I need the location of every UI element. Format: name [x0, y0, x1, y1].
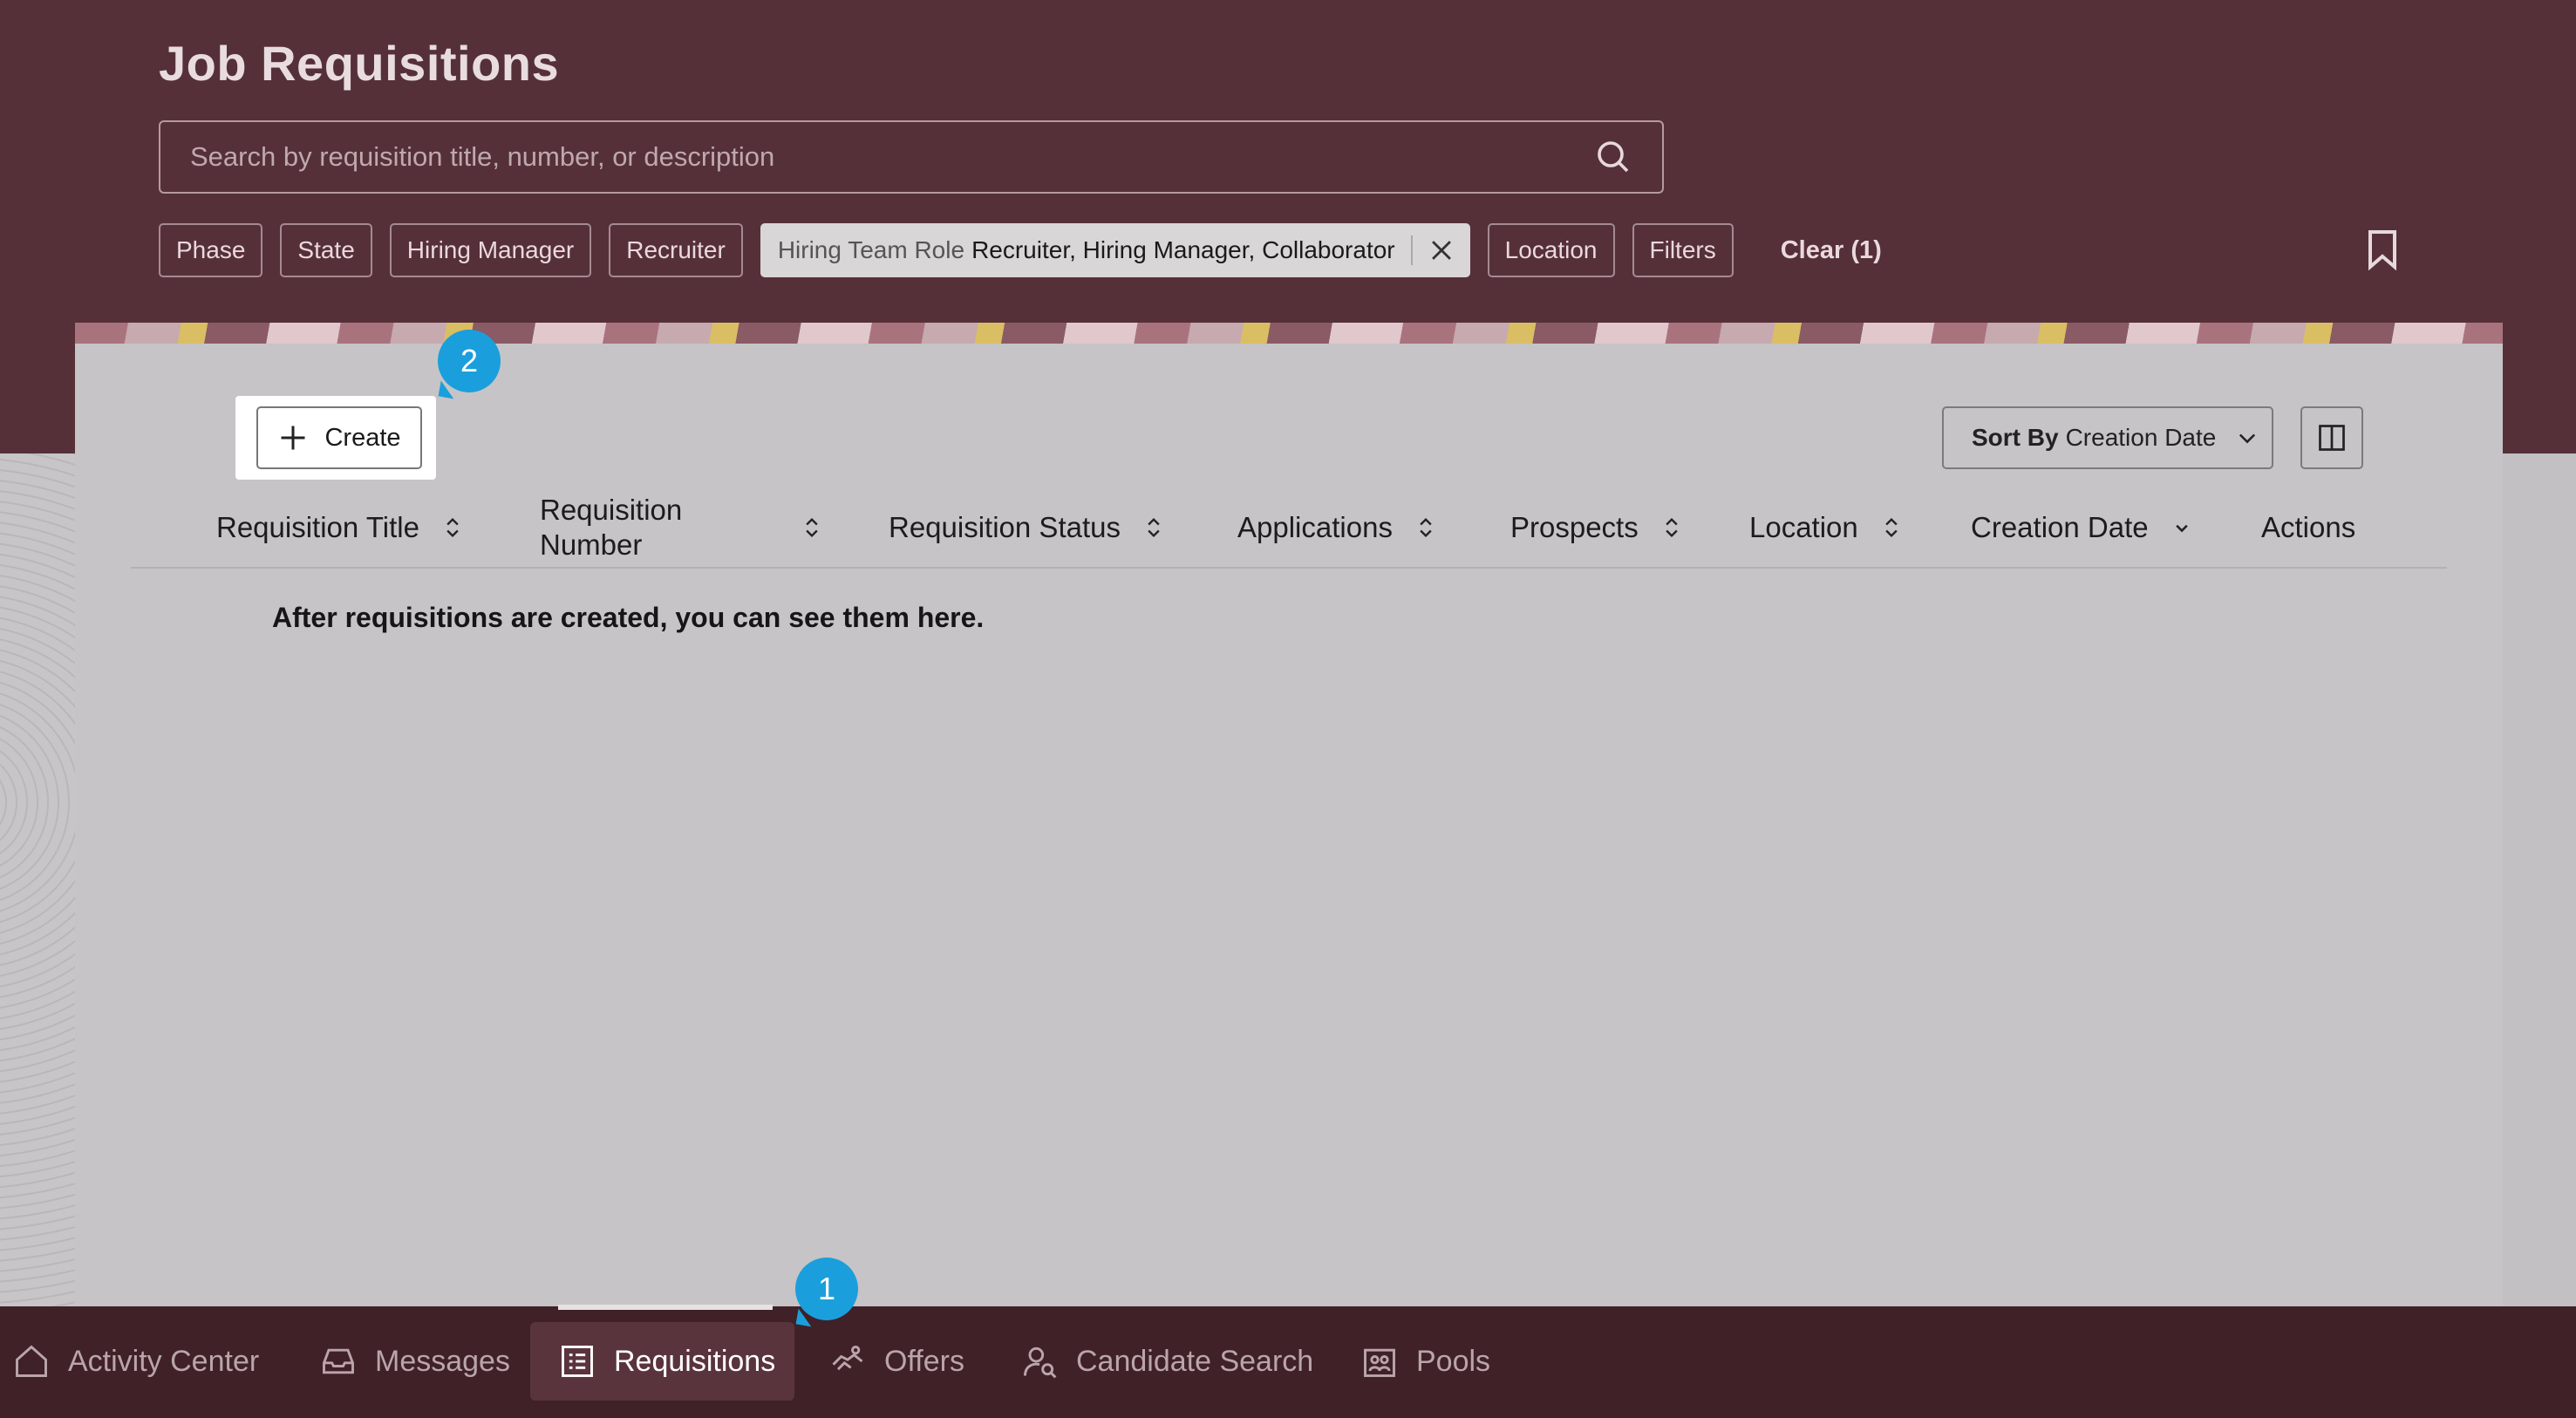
bottom-nav: Activity Center Messages Requisitions Of…	[0, 1306, 2576, 1418]
column-location[interactable]: Location	[1749, 488, 1904, 567]
column-label: Requisition Title	[216, 511, 419, 543]
column-label: Prospects	[1510, 511, 1639, 543]
close-icon[interactable]	[1427, 235, 1456, 265]
column-label: Creation Date	[1971, 511, 2149, 543]
sort-dropdown[interactable]: Sort By Creation Date	[1942, 406, 2273, 469]
step-badge-1: 1	[795, 1258, 858, 1320]
chip-phase[interactable]: Phase	[159, 223, 263, 277]
nav-activity-center[interactable]: Activity Center	[12, 1322, 259, 1401]
nav-label: Requisitions	[614, 1344, 776, 1378]
nav-pools[interactable]: Pools	[1360, 1322, 1490, 1401]
columns-button[interactable]	[2300, 406, 2363, 469]
decorative-banner	[75, 323, 2503, 344]
inbox-icon	[323, 1348, 354, 1374]
nav-candidate-search[interactable]: Candidate Search	[1020, 1322, 1313, 1401]
bookmark-icon[interactable]	[2365, 228, 2400, 270]
create-button[interactable]: Create	[256, 406, 422, 469]
chip-divider	[1410, 235, 1413, 265]
background-decoration-right	[2503, 453, 2576, 1308]
page-title: Job Requisitions	[159, 36, 560, 91]
nav-offers[interactable]: Offers	[828, 1322, 964, 1401]
column-prospects[interactable]: Prospects	[1510, 488, 1684, 567]
column-label: Requisition Status	[889, 511, 1121, 543]
column-applications[interactable]: Applications	[1237, 488, 1438, 567]
column-actions: Actions	[2261, 488, 2355, 567]
chip-hiring-manager[interactable]: Hiring Manager	[389, 223, 592, 277]
nav-messages[interactable]: Messages	[319, 1322, 510, 1401]
step-badge-2: 2	[438, 330, 501, 392]
nav-requisitions[interactable]: Requisitions	[530, 1322, 795, 1401]
clear-filters-link[interactable]: Clear (1)	[1781, 236, 1882, 265]
search-icon[interactable]	[1592, 136, 1634, 178]
column-requisition-title[interactable]: Requisition Title	[216, 488, 465, 567]
chip-filters[interactable]: Filters	[1632, 223, 1734, 277]
handshake-icon	[832, 1346, 863, 1371]
create-label: Create	[324, 423, 401, 452]
column-label: Applications	[1237, 511, 1393, 543]
chip-location[interactable]: Location	[1487, 223, 1615, 277]
sort-icon	[1666, 518, 1678, 537]
home-icon	[16, 1345, 47, 1377]
sort-icon	[806, 518, 818, 537]
empty-state-message: After requisitions are created, you can …	[272, 602, 985, 633]
chip-value: Recruiter, Hiring Manager, Collaborator	[971, 236, 1395, 263]
chevron-down-icon	[2239, 433, 2256, 444]
chip-recruiter[interactable]: Recruiter	[609, 223, 743, 277]
list-icon	[562, 1346, 593, 1377]
filter-chips: Phase State Hiring Manager Recruiter Hir…	[159, 222, 1882, 278]
column-label: Actions	[2261, 511, 2356, 543]
nav-label: Activity Center	[68, 1344, 260, 1378]
chip-state[interactable]: State	[280, 223, 372, 277]
sort-value: Creation Date	[2065, 424, 2217, 451]
columns-icon	[2319, 425, 2345, 451]
column-label: Location	[1749, 511, 1858, 543]
search-placeholder: Search by requisition title, number, or …	[190, 141, 775, 172]
column-label: Requisition Number	[540, 494, 683, 561]
chevron-down-icon	[2175, 524, 2188, 533]
sort-prefix: Sort By	[1972, 424, 2059, 451]
column-requisition-number[interactable]: Requisition Number	[540, 488, 828, 567]
nav-active-indicator	[558, 1305, 773, 1310]
chip-hiring-team-role[interactable]: Hiring Team Role Recruiter, Hiring Manag…	[760, 223, 1470, 277]
plus-icon	[281, 426, 305, 450]
column-requisition-status[interactable]: Requisition Status	[889, 488, 1166, 567]
table-header: Requisition Title Requisition Number Req…	[131, 488, 2447, 569]
sort-icon	[446, 518, 459, 537]
person-search-icon	[1024, 1346, 1057, 1379]
building-icon	[1364, 1348, 1395, 1377]
sort-icon	[1420, 518, 1432, 537]
sort-icon	[1885, 518, 1898, 537]
nav-label: Candidate Search	[1076, 1344, 1314, 1378]
search-input[interactable]: Search by requisition title, number, or …	[159, 120, 1664, 194]
nav-label: Offers	[884, 1344, 964, 1378]
nav-label: Messages	[375, 1344, 510, 1378]
chip-key: Hiring Team Role	[777, 236, 965, 263]
column-creation-date[interactable]: Creation Date	[1971, 488, 2194, 567]
sort-icon	[1148, 518, 1160, 537]
background-decoration	[0, 453, 75, 1308]
nav-label: Pools	[1416, 1344, 1491, 1378]
